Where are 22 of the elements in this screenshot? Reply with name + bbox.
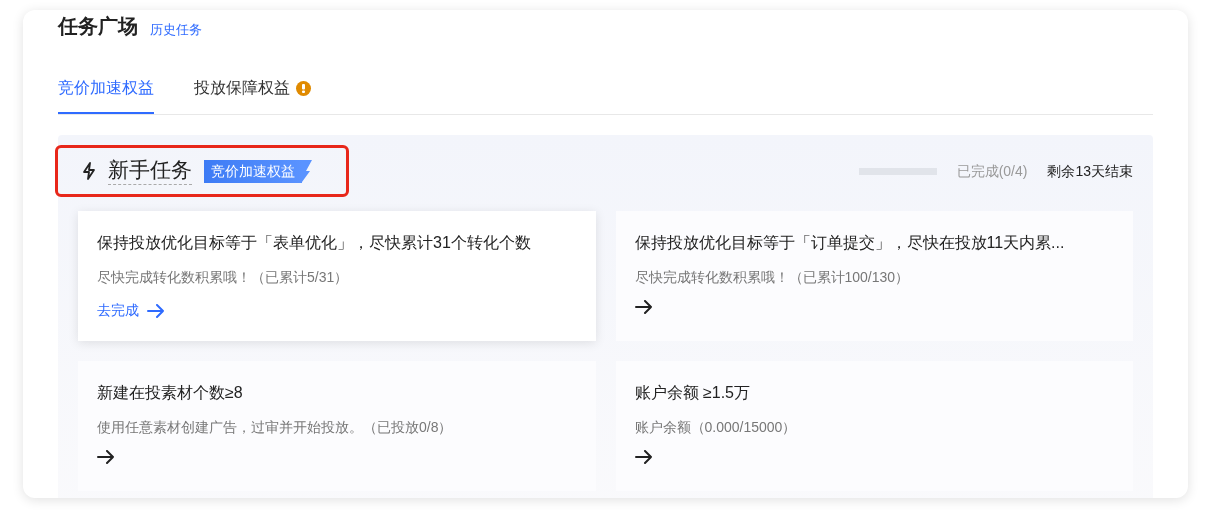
- page-title: 任务广场: [58, 16, 138, 36]
- arrow-right-icon[interactable]: [634, 300, 653, 314]
- task-title: 新建在投素材个数≥8: [97, 383, 244, 403]
- deadline-text: 剩余13天结束: [1047, 161, 1133, 181]
- section-title: 新手任务: [108, 157, 192, 185]
- task-title: 保持投放优化目标等于「表单优化」，尽快累计31个转化个数: [97, 233, 532, 253]
- task-title: 保持投放优化目标等于「订单提交」，尽快在投放11天内累...: [634, 233, 1066, 253]
- progress-text: 已完成(0/4): [956, 161, 1028, 181]
- lightning-icon: [82, 162, 96, 180]
- task-description: 尽快完成转化数积累哦！（已累计5/31）: [97, 268, 350, 287]
- task-card[interactable]: 保持投放优化目标等于「订单提交」，尽快在投放11天内累... 尽快完成转化数积累哦！（已累计100/130）: [615, 211, 1133, 341]
- task-description: 使用任意素材创建广告，过审并开始投放。（已投放0/8）: [97, 418, 454, 437]
- task-description: 账户余额（0.000/15000）: [634, 418, 798, 437]
- arrow-right-icon[interactable]: [634, 450, 653, 464]
- task-card[interactable]: 保持投放优化目标等于「表单优化」，尽快累计31个转化个数 尽快完成转化数积累哦！（已累计5/31） 去完成: [78, 211, 596, 341]
- history-link[interactable]: 历史任务: [150, 23, 202, 36]
- tab[interactable]: 竞价加速权益: [58, 76, 154, 114]
- arrow-right-icon[interactable]: [97, 450, 115, 464]
- task-title: 账户余额 ≥1.5万: [634, 383, 751, 403]
- task-description: 尽快完成转化数积累哦！（已累计100/130）: [634, 268, 911, 287]
- tab[interactable]: 投放保障权益: [194, 76, 311, 114]
- complete-link[interactable]: 去完成: [97, 300, 139, 321]
